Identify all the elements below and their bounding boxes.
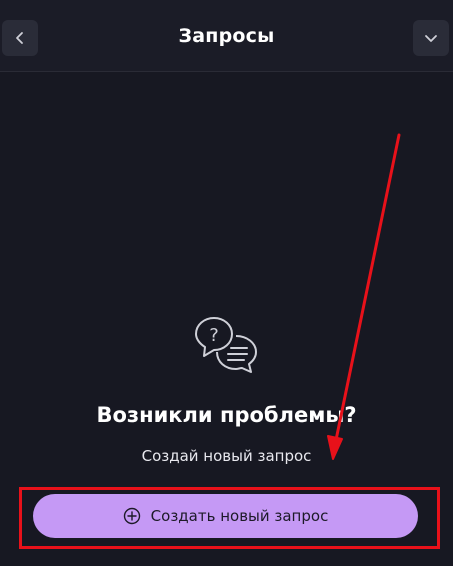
- plus-circle-icon: [123, 507, 140, 525]
- empty-state-subtitle: Создай новый запрос: [141, 447, 312, 465]
- annotation-arrow: [327, 133, 401, 460]
- header-bar: Запросы: [0, 0, 453, 72]
- create-request-button[interactable]: Создать новый запрос: [33, 494, 418, 538]
- create-request-label: Создать новый запрос: [150, 507, 329, 525]
- empty-state-title: Возникли проблемы?: [96, 403, 357, 427]
- dropdown-button[interactable]: [413, 20, 449, 56]
- chat-question-icon: ?: [195, 317, 257, 373]
- chevron-down-icon: [425, 35, 437, 42]
- svg-text:?: ?: [209, 325, 219, 346]
- page-title: Запросы: [178, 25, 275, 47]
